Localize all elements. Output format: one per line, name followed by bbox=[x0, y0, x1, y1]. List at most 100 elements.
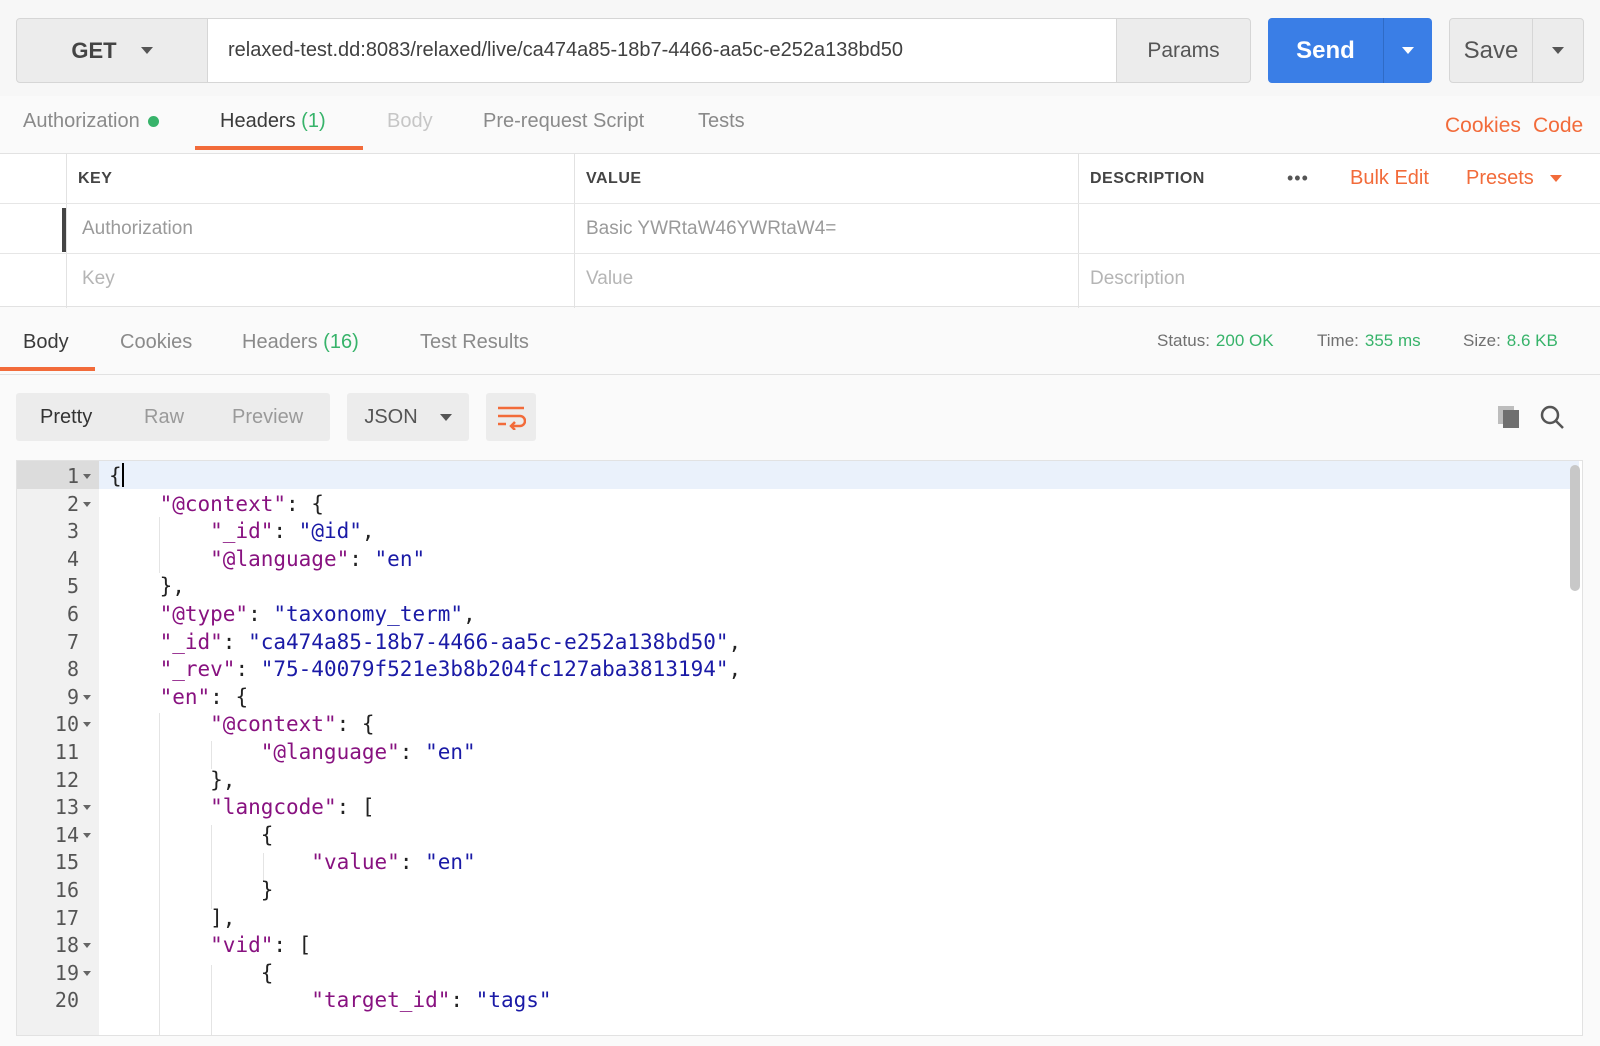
line-number: 17 bbox=[54, 905, 79, 930]
column-header-key: KEY bbox=[78, 169, 113, 187]
pretty-button[interactable]: Pretty bbox=[40, 406, 92, 429]
code-line: 6 "@type": "taxonomy_term", bbox=[17, 600, 1577, 628]
tab-authorization[interactable]: Authorization bbox=[23, 110, 159, 149]
tab-response-body[interactable]: Body bbox=[23, 331, 69, 354]
table-header-row: KEY VALUE DESCRIPTION ••• Bulk Edit Pres… bbox=[0, 154, 1600, 204]
copy-button[interactable] bbox=[1494, 402, 1524, 432]
send-options-button[interactable] bbox=[1383, 18, 1432, 83]
tab-prerequest-script[interactable]: Pre-request Script bbox=[483, 110, 644, 149]
table-row: Authorization Basic YWRtaW46YWRtaW4= bbox=[0, 204, 1600, 254]
tab-body[interactable]: Body bbox=[387, 110, 433, 149]
fold-toggle-icon[interactable] bbox=[83, 501, 91, 507]
chevron-down-icon bbox=[1549, 175, 1562, 182]
code-text: "langcode": [ bbox=[210, 795, 375, 820]
code-line: 13 "langcode": [ bbox=[17, 793, 1577, 821]
request-tabs: Authorization Headers (1) Body Pre-reque… bbox=[0, 100, 1600, 156]
code-text: "_rev": "75-40079f521e3b8b204fc127aba381… bbox=[159, 657, 742, 682]
line-number: 8 bbox=[66, 657, 79, 682]
bulk-edit-button[interactable]: Bulk Edit bbox=[1338, 154, 1429, 203]
save-options-button[interactable] bbox=[1532, 19, 1583, 82]
fold-toggle-icon[interactable] bbox=[83, 805, 91, 811]
tab-response-headers[interactable]: Headers (16) bbox=[242, 331, 359, 354]
tab-headers-count: (1) bbox=[301, 110, 326, 132]
send-label: Send bbox=[1296, 36, 1355, 64]
time-label: Time: bbox=[1317, 331, 1359, 350]
save-button[interactable]: Save bbox=[1449, 18, 1584, 83]
code-text: "@language": "en" bbox=[260, 740, 476, 764]
code-text: "@language": "en" bbox=[210, 546, 426, 571]
code-line: 16 } bbox=[17, 876, 1577, 904]
header-value-cell[interactable]: Basic YWRtaW46YWRtaW4= bbox=[574, 204, 836, 253]
code-text: { bbox=[109, 960, 274, 985]
code-line: 8 "_rev": "75-40079f521e3b8b204fc127aba3… bbox=[17, 655, 1577, 683]
column-header-value: VALUE bbox=[586, 169, 642, 187]
response-body-editor[interactable]: 1{2 "@context": {3 "_id": "@id", 4 "@lang… bbox=[16, 460, 1583, 1036]
active-tab-indicator bbox=[0, 367, 95, 371]
size-value: 8.6 KB bbox=[1506, 331, 1558, 350]
presets-button[interactable]: Presets bbox=[1454, 154, 1562, 203]
code-line: 11 "@language": "en" bbox=[17, 738, 1577, 766]
line-number: 6 bbox=[66, 602, 79, 626]
presets-label: Presets bbox=[1466, 167, 1534, 189]
fold-toggle-icon[interactable] bbox=[83, 832, 91, 838]
format-select[interactable]: JSON bbox=[347, 393, 469, 441]
line-number: 3 bbox=[66, 519, 79, 544]
line-number: 11 bbox=[54, 740, 79, 764]
code-line: 17 ], bbox=[17, 904, 1577, 932]
chevron-down-icon bbox=[439, 413, 452, 421]
fold-toggle-icon[interactable] bbox=[83, 722, 91, 728]
request-bar: GET relaxed-test.dd:8083/relaxed/live/ca… bbox=[0, 0, 1600, 96]
code-text: } bbox=[109, 878, 274, 902]
fold-toggle-icon[interactable] bbox=[83, 943, 91, 949]
send-button[interactable]: Send bbox=[1268, 18, 1432, 83]
headers-table: KEY VALUE DESCRIPTION ••• Bulk Edit Pres… bbox=[0, 153, 1600, 308]
copy-icon bbox=[1498, 406, 1519, 428]
chevron-down-icon bbox=[1552, 47, 1564, 54]
fold-toggle-icon[interactable] bbox=[83, 474, 91, 479]
status-label: Status: bbox=[1157, 331, 1210, 350]
tab-authorization-label: Authorization bbox=[23, 110, 140, 132]
method-label: GET bbox=[71, 37, 117, 63]
line-number: 9 bbox=[66, 684, 79, 709]
header-key-cell[interactable]: Authorization bbox=[70, 204, 193, 253]
wrap-lines-button[interactable] bbox=[486, 393, 536, 441]
description-input[interactable]: Description bbox=[1078, 254, 1185, 304]
code-line: 3 "_id": "@id", bbox=[17, 517, 1577, 545]
cookies-link[interactable]: Cookies bbox=[1445, 114, 1521, 138]
header-description-cell[interactable] bbox=[1078, 204, 1598, 253]
code-text: ], bbox=[109, 905, 236, 930]
line-number: 14 bbox=[54, 822, 79, 847]
key-input[interactable]: Key bbox=[70, 254, 115, 304]
fold-toggle-icon[interactable] bbox=[83, 694, 91, 700]
code-text: { bbox=[109, 822, 274, 847]
code-text: "value": "en" bbox=[311, 850, 476, 875]
column-header-description: DESCRIPTION bbox=[1090, 169, 1205, 187]
tab-test-results[interactable]: Test Results bbox=[420, 331, 529, 354]
code-text: }, bbox=[109, 767, 236, 792]
tab-headers[interactable]: Headers (1) bbox=[220, 110, 326, 149]
params-button[interactable]: Params bbox=[1116, 18, 1251, 83]
code-text: "vid": [ bbox=[210, 933, 312, 958]
preview-button[interactable]: Preview bbox=[232, 406, 303, 429]
url-input[interactable]: relaxed-test.dd:8083/relaxed/live/ca474a… bbox=[207, 18, 1117, 83]
search-button[interactable] bbox=[1537, 402, 1567, 432]
code-text: "@type": "taxonomy_term", bbox=[159, 602, 476, 626]
fold-toggle-icon[interactable] bbox=[83, 970, 91, 976]
tab-response-cookies[interactable]: Cookies bbox=[120, 331, 192, 354]
line-number: 18 bbox=[54, 933, 79, 958]
tab-tests[interactable]: Tests bbox=[698, 110, 745, 149]
format-label: JSON bbox=[364, 405, 418, 428]
code-link[interactable]: Code bbox=[1533, 114, 1583, 138]
more-options-button[interactable]: ••• bbox=[1275, 154, 1309, 203]
code-text: }, bbox=[109, 574, 185, 599]
raw-button[interactable]: Raw bbox=[144, 406, 184, 429]
wrap-lines-icon bbox=[498, 406, 526, 430]
status-info: Status: 200 OK bbox=[1157, 331, 1274, 351]
code-text: "_id": "ca474a85-18b7-4466-aa5c-e252a138… bbox=[159, 629, 742, 654]
size-info: Size: 8.6 KB bbox=[1463, 331, 1558, 351]
status-value: 200 OK bbox=[1215, 331, 1274, 350]
method-select[interactable]: GET bbox=[16, 18, 208, 83]
editor-scrollbar[interactable] bbox=[1570, 465, 1580, 591]
tab-response-headers-label: Headers bbox=[242, 331, 318, 353]
value-input[interactable]: Value bbox=[574, 254, 633, 304]
